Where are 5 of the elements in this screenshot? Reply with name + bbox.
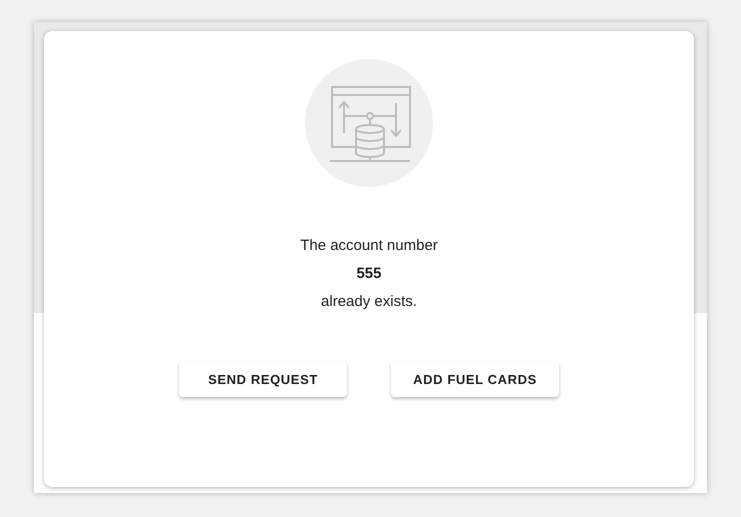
action-button[interactable]: ADD FUEL CARDS [391, 361, 559, 397]
message-text: The account number [300, 237, 438, 255]
message-text: 555 [356, 265, 382, 283]
message-text: already exists. [321, 293, 417, 311]
action-button[interactable]: SEND REQUEST [179, 361, 347, 397]
